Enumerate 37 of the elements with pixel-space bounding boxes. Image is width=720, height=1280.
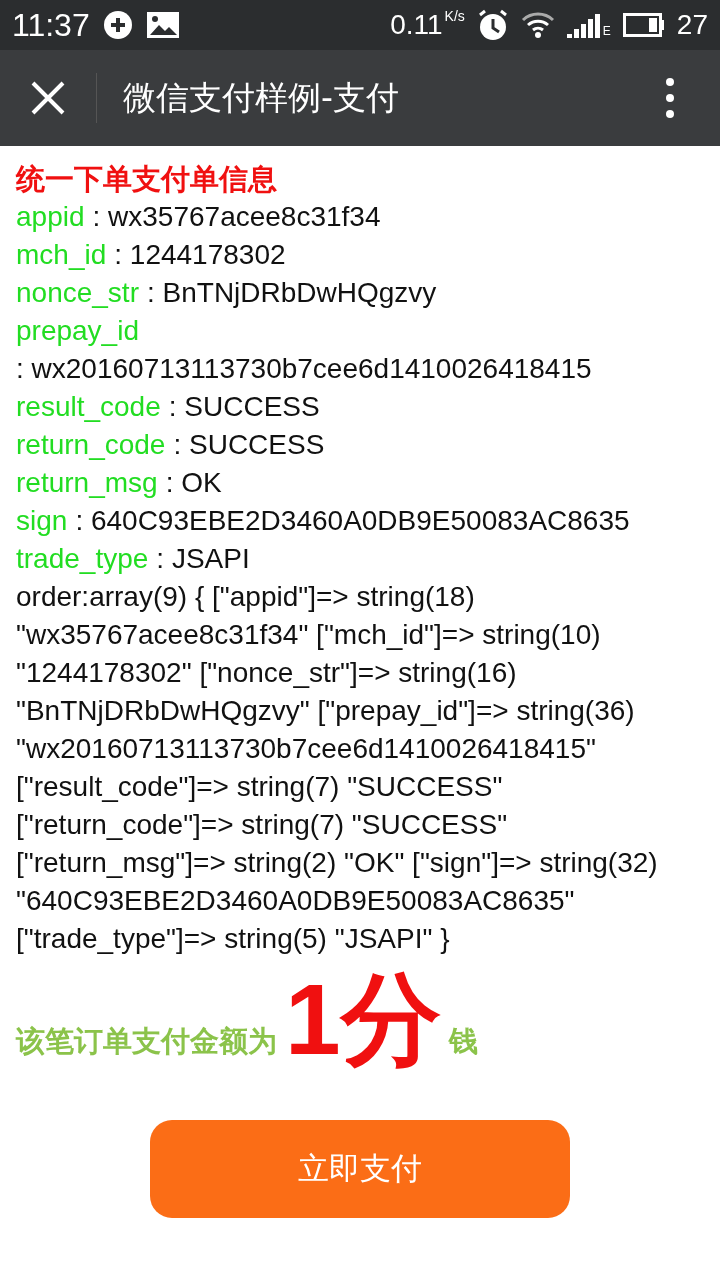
field-key: trade_type [16, 540, 149, 578]
battery-level: 27 [676, 9, 708, 41]
field-key: appid [16, 198, 85, 236]
amount-suffix: 钱 [448, 1024, 478, 1059]
network-speed: 0.11 [390, 9, 443, 41]
more-icon [666, 78, 674, 118]
order-dump: order:array(9) { ["appid"]=> string(18) "wx35767acee8c31f34" ["mch_id"]=> string(10) "1244178302" ["nonce_str"]=> string(16) "BnTNjDRbDwHQgzvy" ["prepay_id"]=> string(36) "wx20160713113730b7cee6d1410026418415" ["result_code"]=> string(7) "SUCCESS" ["return_code"]=> string(7) "SUCCESS" ["return_msg"]=> string(2) "OK" ["sign"]=> string(32) "640C93EBE2D3460A0DB9E50083AC8635" ["trade_type"]=> string(5) "JSAPI" } [16, 580, 659, 956]
field-value: : wx20160713113730b7cee6d1410026418415 [16, 352, 592, 386]
field-value: : 1244178302 [114, 238, 286, 272]
field-key: prepay_id [16, 312, 139, 350]
field-value: : SUCCESS [168, 390, 320, 424]
field-value: : SUCCESS [173, 428, 325, 462]
close-icon [31, 81, 65, 115]
pay-button[interactable]: 立即支付 [150, 1120, 570, 1218]
field-value: : OK [165, 466, 222, 500]
field-key: nonce_str [16, 274, 139, 312]
section-heading: 统一下单支付单信息 [16, 161, 278, 198]
signal-icon [566, 12, 603, 38]
field-value: : 640C93EBE2D3460A0DB9E50083AC8635 [75, 504, 630, 538]
page-title: 微信支付样例-支付 [123, 76, 400, 119]
field-key: result_code [16, 388, 161, 426]
field-value: : wx35767acee8c31f34 [92, 200, 381, 234]
amount-label: 该笔订单支付金额为 [16, 1024, 277, 1059]
network-type: E [602, 24, 611, 38]
amount-value: 1分 [285, 964, 441, 1074]
field-key: mch_id [16, 236, 107, 274]
battery-icon [622, 13, 665, 37]
field-key: return_code [16, 426, 166, 464]
alarm-icon [476, 9, 509, 41]
wifi-icon [520, 11, 555, 39]
field-key: sign [16, 502, 68, 540]
field-value: : BnTNjDRbDwHQgzvy [146, 276, 437, 310]
field-key: return_msg [16, 464, 158, 502]
field-value: : JSAPI [156, 542, 250, 576]
speed-unit: K/s [444, 8, 465, 24]
clock: 11:37 [12, 6, 90, 44]
image-icon [145, 11, 180, 39]
